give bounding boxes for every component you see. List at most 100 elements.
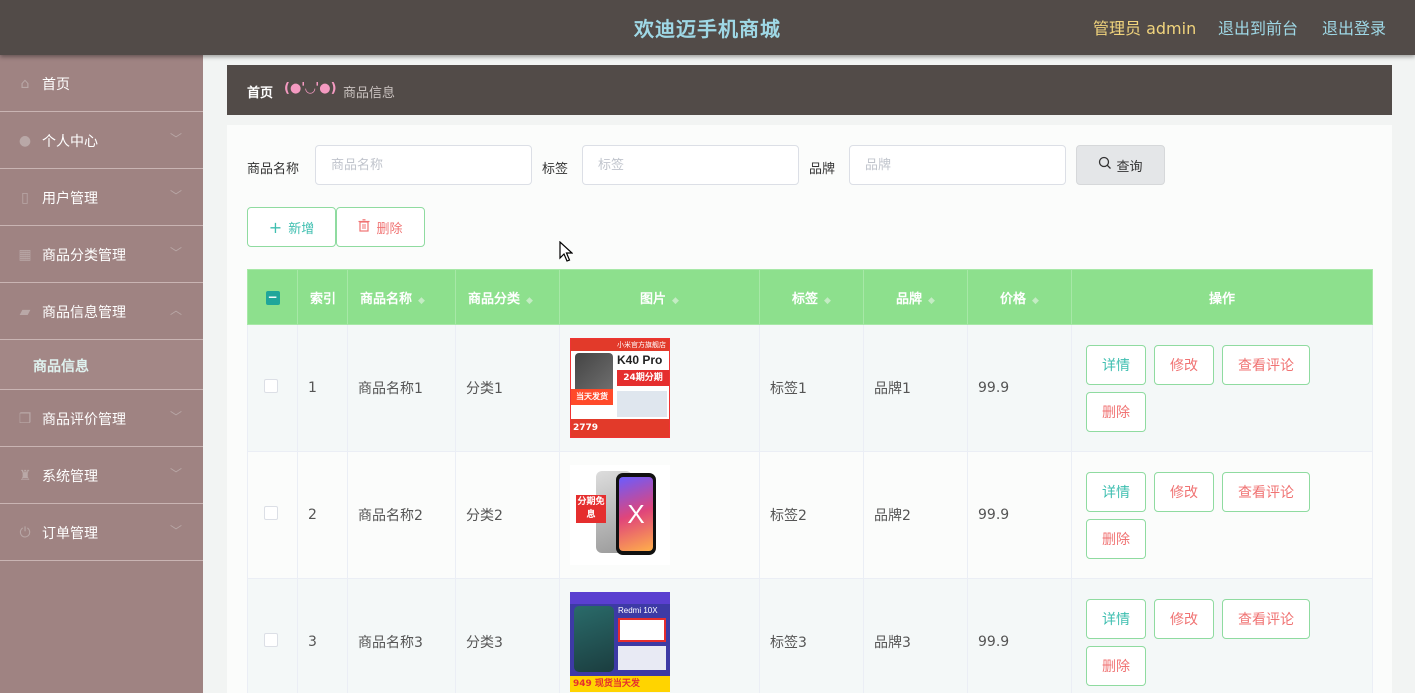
chevron-down-icon: ﹀: [170, 189, 183, 203]
header-label: 图片: [640, 291, 667, 307]
mobile-icon: ▯: [21, 190, 29, 206]
accessories-graphic: [618, 646, 666, 670]
view-reviews-button[interactable]: 查看评论: [1222, 472, 1310, 512]
header-label: 操作: [1208, 291, 1235, 307]
sort-icon[interactable]: ◆: [928, 296, 935, 306]
chevron-down-icon: ﹀: [170, 132, 183, 146]
column-header-brand[interactable]: 品牌 ◆: [863, 269, 968, 325]
sidebar-item-label: 系统管理: [42, 469, 98, 485]
tag-label: 标签: [542, 162, 569, 177]
view-reviews-button[interactable]: 查看评论: [1222, 599, 1310, 639]
delete-button[interactable]: 删除: [336, 207, 425, 247]
sidebar-item-order-management[interactable]: ⏻ 订单管理 ﹀: [0, 504, 203, 561]
sort-icon[interactable]: ◆: [824, 296, 831, 306]
brand-input[interactable]: [849, 145, 1066, 185]
sidebar-item-user-management[interactable]: ▯ 用户管理 ﹀: [0, 169, 203, 226]
sidebar-item-category-management[interactable]: ▦ 商品分类管理 ﹀: [0, 226, 203, 283]
cell-name: 商品名称2: [347, 451, 456, 579]
sidebar-subitem-product-info[interactable]: 商品信息: [0, 340, 203, 390]
cell-operations: 详情 修改 查看评论 删除: [1071, 578, 1373, 693]
select-all-header[interactable]: −: [247, 269, 298, 325]
column-header-operations: 操作: [1071, 269, 1373, 325]
view-reviews-button[interactable]: 查看评论: [1222, 345, 1310, 385]
column-header-name[interactable]: 商品名称 ◆: [347, 269, 456, 325]
sidebar-item-home[interactable]: ⌂ 首页: [0, 55, 203, 112]
breadcrumb-separator: (●'◡'●): [284, 81, 337, 96]
image-band-text: 小米官方旗舰店: [617, 341, 666, 349]
cell-index: 2: [297, 451, 348, 579]
image-model-text: Redmi 10X: [618, 606, 658, 615]
cell-brand: 品牌2: [863, 451, 968, 579]
cell-index: 3: [297, 578, 348, 693]
column-header-price[interactable]: 价格 ◆: [967, 269, 1072, 325]
product-image[interactable]: 小米官方旗舰店 K40 Pro 24期分期 当天发货 2779: [570, 338, 670, 438]
cell-category: 分类2: [455, 451, 560, 579]
column-header-tag[interactable]: 标签 ◆: [759, 269, 864, 325]
sidebar-item-review-management[interactable]: ❐ 商品评价管理 ﹀: [0, 390, 203, 447]
row-delete-button[interactable]: 删除: [1086, 392, 1146, 432]
sidebar-item-product-management[interactable]: ▰ 商品信息管理 ︿: [0, 283, 203, 340]
image-price-text: 949 现货当天发: [570, 676, 670, 692]
edit-button[interactable]: 修改: [1154, 472, 1214, 512]
column-header-index: 索引: [297, 269, 348, 325]
power-icon: ⏻: [19, 525, 31, 541]
image-model-text: K40 Pro: [617, 353, 663, 367]
cell-price: 99.9: [967, 324, 1072, 452]
edit-button[interactable]: 修改: [1154, 599, 1214, 639]
user-icon: ●: [18, 133, 32, 149]
row-checkbox[interactable]: [264, 379, 278, 393]
row-checkbox[interactable]: [264, 633, 278, 647]
header-label: 品牌: [896, 291, 923, 307]
back-to-front-link[interactable]: 退出到前台: [1218, 15, 1298, 39]
query-button[interactable]: 查询: [1076, 145, 1165, 185]
sidebar-subitem-label: 商品信息: [33, 359, 89, 375]
image-band: 小米官方旗舰店: [571, 339, 669, 351]
sort-icon[interactable]: ◆: [526, 296, 533, 306]
sort-icon[interactable]: ◆: [672, 296, 679, 306]
sidebar-item-label: 商品分类管理: [42, 248, 126, 264]
sort-icon[interactable]: ◆: [418, 296, 425, 306]
chevron-down-icon: ﹀: [170, 524, 183, 538]
phone-graphic: [574, 606, 614, 672]
row-select-cell[interactable]: [247, 324, 298, 452]
row-delete-button[interactable]: 删除: [1086, 519, 1146, 559]
sidebar-item-label: 个人中心: [42, 134, 98, 150]
edit-button[interactable]: 修改: [1154, 345, 1214, 385]
table-row: 2 商品名称2 分类2 X 分期免息 标签2 品牌2 99.9 详情 修改 查看…: [247, 451, 1373, 579]
column-header-picture[interactable]: 图片 ◆: [559, 269, 760, 325]
product-name-input[interactable]: [315, 145, 532, 185]
grid-icon: ▦: [18, 247, 32, 263]
product-table: − 索引 商品名称 ◆ 商品分类 ◆ 图片 ◆ 标签 ◆ 品牌 ◆ 价格 ◆ 操作 1 商品…: [247, 269, 1373, 693]
search-icon: [1098, 156, 1112, 174]
top-bar: 欢迪迈手机商城 管理员 admin 退出到前台 退出登录: [0, 0, 1415, 55]
row-checkbox[interactable]: [264, 506, 278, 520]
image-promo2-text: 当天发货: [571, 389, 613, 405]
detail-button[interactable]: 详情: [1086, 472, 1146, 512]
row-select-cell[interactable]: [247, 451, 298, 579]
product-image[interactable]: X 分期免息: [570, 465, 670, 565]
tag-input[interactable]: [582, 145, 799, 185]
sidebar-item-system-management[interactable]: ♜ 系统管理 ﹀: [0, 447, 203, 504]
add-button-label: 新增: [288, 221, 315, 237]
chevron-down-icon: ﹀: [170, 246, 183, 260]
table-row: 1 商品名称1 分类1 小米官方旗舰店 K40 Pro 24期分期 当天发货 2…: [247, 324, 1373, 452]
detail-button[interactable]: 详情: [1086, 345, 1146, 385]
sidebar-item-label: 订单管理: [42, 526, 98, 542]
product-image[interactable]: Redmi 10X 949 现货当天发: [570, 592, 670, 692]
detail-button[interactable]: 详情: [1086, 599, 1146, 639]
cell-category: 分类3: [455, 578, 560, 693]
column-header-category[interactable]: 商品分类 ◆: [455, 269, 560, 325]
promo-box-graphic: [618, 618, 666, 642]
add-button[interactable]: + 新增: [247, 207, 336, 247]
header-label: 标签: [792, 291, 819, 307]
breadcrumb-home[interactable]: 首页: [247, 82, 273, 101]
row-select-cell[interactable]: [247, 578, 298, 693]
table-header-row: − 索引 商品名称 ◆ 商品分类 ◆ 图片 ◆ 标签 ◆ 品牌 ◆ 价格 ◆ 操作: [247, 269, 1373, 325]
logout-link[interactable]: 退出登录: [1322, 15, 1386, 39]
image-promo-text: 24期分期: [617, 370, 669, 386]
row-delete-button[interactable]: 删除: [1086, 646, 1146, 686]
cell-operations: 详情 修改 查看评论 删除: [1071, 451, 1373, 579]
sidebar-item-personal-center[interactable]: ● 个人中心 ﹀: [0, 112, 203, 169]
select-all-checkbox[interactable]: −: [265, 290, 280, 305]
sort-icon[interactable]: ◆: [1032, 296, 1039, 306]
